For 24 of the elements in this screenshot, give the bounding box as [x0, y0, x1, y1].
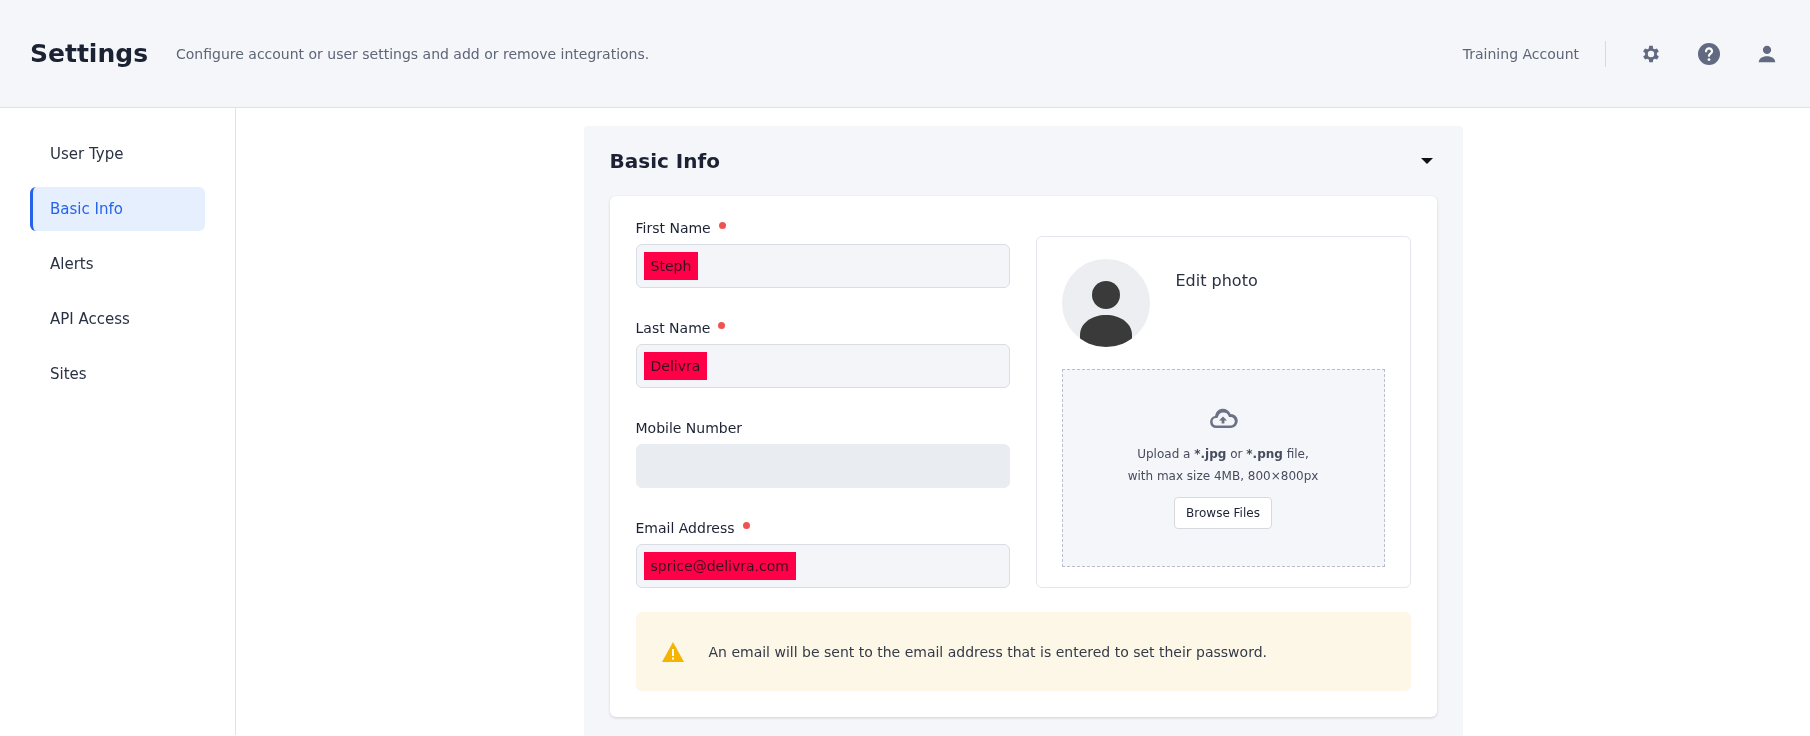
sidebar-item[interactable]: User Type	[30, 132, 205, 176]
input-field[interactable]: Steph	[635, 244, 1010, 288]
field-label: First Name	[635, 220, 711, 236]
upload-instructions: Upload a *.jpg or *.png file, with max size 4MB, 800×800px	[1127, 446, 1319, 485]
field-label: Last Name	[635, 320, 711, 336]
upload-dropzone[interactable]: Upload a *.jpg or *.png file, with max size 4MB, 800×800px Browse Files	[1061, 369, 1385, 567]
panel-title: Basic Info	[609, 149, 720, 173]
field-label: Email Address	[635, 520, 735, 536]
sidebar-item[interactable]: Alerts	[30, 242, 205, 286]
sidebar-item[interactable]: Basic Info	[30, 187, 205, 231]
field-label: Mobile Number	[635, 420, 743, 436]
warning-icon	[661, 641, 684, 662]
cloud-upload-icon	[1208, 407, 1238, 429]
page-title: Settings	[30, 39, 148, 68]
sidebar-item[interactable]: API Access	[30, 297, 205, 341]
help-icon[interactable]	[1696, 40, 1722, 67]
sidebar-item[interactable]: Sites	[30, 352, 205, 396]
page-subtitle: Configure account or user settings and add or remove integrations.	[176, 45, 650, 62]
browse-files-button[interactable]: Browse Files	[1174, 497, 1272, 529]
edit-photo-link[interactable]: Edit photo	[1175, 271, 1258, 290]
notice-text: An email will be sent to the email address that is entered to set their password.	[708, 643, 1267, 660]
account-name: Training Account	[1462, 40, 1606, 67]
input-field[interactable]: sprice@delivra.com	[635, 544, 1010, 588]
input-field[interactable]: Delivra	[635, 344, 1010, 388]
